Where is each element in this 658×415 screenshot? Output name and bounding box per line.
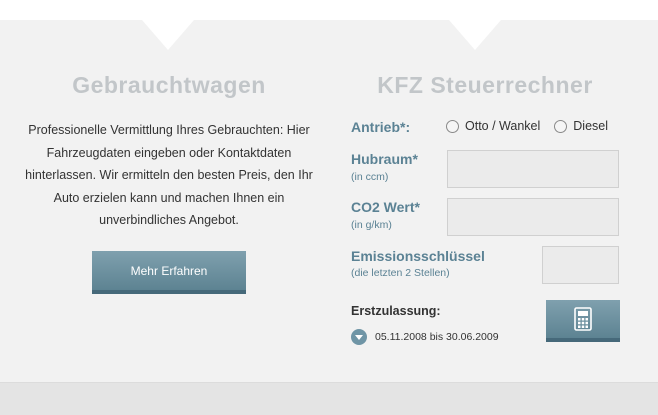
otto-wankel-radio-label[interactable]: Otto / Wankel xyxy=(465,119,540,133)
emissionsschluessel-input[interactable] xyxy=(542,246,619,284)
gebrauchtwagen-description: Professionelle Vermittlung Ihres Gebrauc… xyxy=(25,123,313,227)
section-pointer-left xyxy=(142,20,194,50)
hubraum-label: Hubraum* xyxy=(351,151,418,167)
emissionsschluessel-label: Emissionsschlüssel xyxy=(351,248,485,264)
antrieb-label: Antrieb*: xyxy=(351,119,411,135)
footer-band xyxy=(0,382,658,415)
emissionsschluessel-hint: (die letzten 2 Stellen) xyxy=(351,267,450,279)
section-pointer-right xyxy=(449,20,501,50)
chevron-down-icon[interactable] xyxy=(351,329,367,345)
otto-wankel-radio[interactable] xyxy=(446,119,459,133)
hubraum-unit: (in ccm) xyxy=(351,171,389,183)
gebrauchtwagen-title: Gebrauchtwagen xyxy=(72,72,266,98)
erstzulassung-label: Erstzulassung: xyxy=(351,304,441,318)
hubraum-input[interactable] xyxy=(447,150,619,188)
co2-label: CO2 Wert* xyxy=(351,199,420,215)
erstzulassung-dropdown[interactable]: 05.11.2008 bis 30.06.2009 xyxy=(351,329,499,345)
antrieb-radio-group: Otto / Wankel Diesel xyxy=(446,119,622,133)
mehr-erfahren-button[interactable]: Mehr Erfahren xyxy=(92,251,246,294)
diesel-radio-label[interactable]: Diesel xyxy=(573,119,608,133)
co2-unit: (in g/km) xyxy=(351,219,392,231)
diesel-radio[interactable] xyxy=(554,119,568,133)
erstzulassung-selected[interactable]: 05.11.2008 bis 30.06.2009 xyxy=(375,331,499,343)
top-strip xyxy=(0,0,658,20)
calculator-icon xyxy=(574,307,592,331)
steuerrechner-title: KFZ Steuerrechner xyxy=(377,72,593,98)
co2-input[interactable] xyxy=(447,198,619,236)
calculate-button[interactable] xyxy=(546,300,620,342)
